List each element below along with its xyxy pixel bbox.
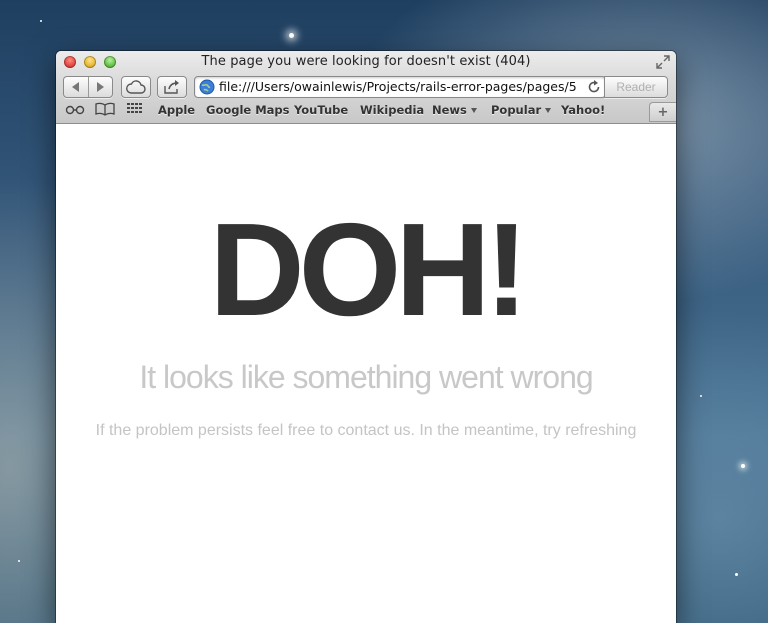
bookmark-folder-news[interactable]: News bbox=[432, 103, 477, 117]
bookmark-folder-popular[interactable]: Popular bbox=[491, 103, 552, 117]
bookmark-folder-news-label: News bbox=[432, 103, 467, 117]
top-sites-grid-icon[interactable] bbox=[127, 102, 143, 116]
reading-list-icon[interactable] bbox=[65, 102, 85, 116]
bookmark-youtube[interactable]: YouTube bbox=[294, 103, 348, 117]
desktop-star bbox=[40, 20, 42, 22]
bookmark-folder-popular-label: Popular bbox=[491, 103, 542, 117]
globe-icon bbox=[199, 79, 215, 95]
browser-window: The page you were looking for doesn't ex… bbox=[56, 51, 676, 623]
url-text[interactable]: file:///Users/owainlewis/Projects/rails-… bbox=[219, 79, 579, 94]
desktop-star bbox=[735, 573, 738, 576]
desktop-star bbox=[741, 464, 745, 468]
chevron-down-icon bbox=[545, 108, 552, 113]
error-headline: DOH! bbox=[209, 196, 528, 343]
desktop-star bbox=[700, 395, 702, 397]
desktop-star bbox=[289, 33, 294, 38]
forward-button[interactable] bbox=[88, 77, 112, 97]
error-subheadline: It looks like something went wrong bbox=[139, 359, 593, 395]
bookmark-yahoo[interactable]: Yahoo! bbox=[561, 103, 605, 117]
back-button[interactable] bbox=[64, 77, 89, 97]
browser-toolbar: The page you were looking for doesn't ex… bbox=[56, 51, 676, 124]
bookmark-google-maps[interactable]: Google Maps bbox=[206, 103, 290, 117]
bookmarks-book-icon[interactable] bbox=[95, 102, 115, 116]
share-icon bbox=[164, 80, 179, 94]
icloud-tabs-button[interactable] bbox=[121, 76, 151, 98]
bookmarks-bar: Apple Google Maps YouTube Wikipedia News… bbox=[56, 99, 676, 122]
chevron-down-icon bbox=[470, 108, 477, 113]
page-content: DOH! It looks like something went wrong … bbox=[56, 124, 676, 623]
fullscreen-icon[interactable] bbox=[656, 55, 670, 69]
address-bar[interactable]: file:///Users/owainlewis/Projects/rails-… bbox=[194, 76, 606, 98]
back-arrow-icon bbox=[72, 82, 79, 92]
share-button[interactable] bbox=[157, 76, 187, 98]
window-title: The page you were looking for doesn't ex… bbox=[201, 54, 531, 69]
forward-arrow-icon bbox=[97, 82, 104, 92]
desktop-star bbox=[18, 560, 20, 562]
bookmark-apple[interactable]: Apple bbox=[158, 103, 195, 117]
back-forward-buttons bbox=[63, 76, 113, 98]
new-tab-button[interactable]: + bbox=[649, 102, 676, 122]
icloud-icon bbox=[126, 80, 146, 94]
reader-button[interactable]: Reader bbox=[604, 76, 668, 98]
bookmark-wikipedia[interactable]: Wikipedia bbox=[360, 103, 424, 117]
reload-icon[interactable] bbox=[587, 80, 601, 94]
error-message: If the problem persists feel free to con… bbox=[95, 422, 637, 439]
